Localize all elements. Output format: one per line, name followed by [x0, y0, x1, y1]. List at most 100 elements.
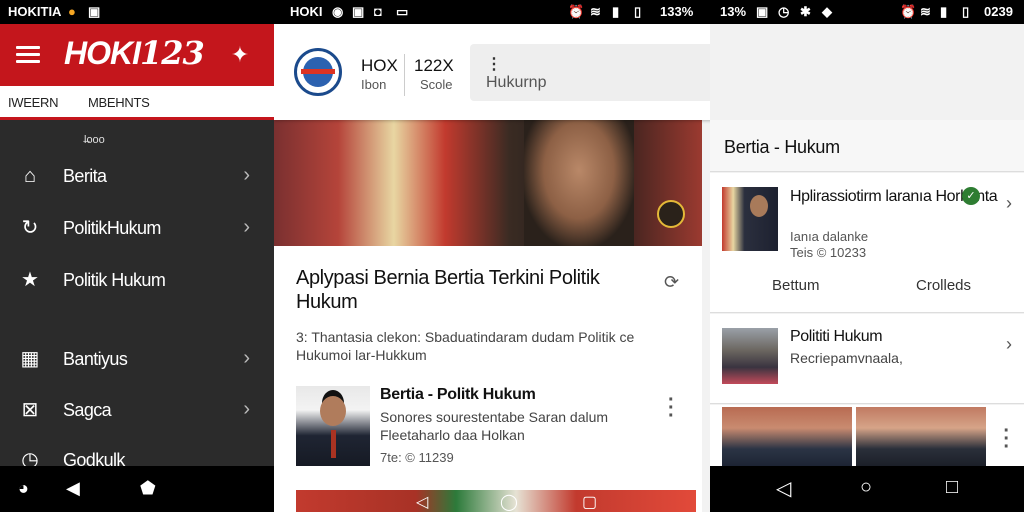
recents-icon-overlay: ▢ — [582, 494, 598, 511]
sidebar-item-label: Politik Hukum — [63, 270, 166, 290]
chevron-right-icon[interactable]: › — [1006, 334, 1012, 355]
back-icon[interactable]: ◁ — [776, 476, 791, 501]
section-title: Bertia - Hukum — [724, 137, 840, 157]
news-snippet: Recriepamvnaala, — [790, 350, 903, 366]
menu-icon[interactable] — [16, 46, 40, 64]
hero-portrait — [524, 120, 634, 246]
alarm-icon-2: ⏰ — [900, 4, 917, 19]
home-button-icon[interactable]: ○ — [860, 476, 872, 499]
brand-logo: HOKI123 — [64, 34, 205, 72]
sidebar-item-sagca[interactable]: ⊠ Sagca › — [0, 390, 274, 430]
hero-image[interactable] — [274, 120, 702, 246]
article-title[interactable]: Aplypasi Bernia Bertia Terkini Politik H… — [296, 266, 656, 314]
back-icon[interactable]: ◀ — [66, 478, 80, 499]
app-logo — [294, 48, 342, 96]
sidebar-item-politik-hukum[interactable]: ★ Politik Hukum — [0, 260, 274, 300]
wifi-icon-2: ≋ — [920, 4, 931, 19]
brand-title-b: 122X — [414, 56, 454, 75]
more-vertical-icon[interactable]: · · · — [668, 390, 675, 426]
battery-percent-secondary: 13% — [720, 4, 747, 19]
sidebar-item-label: PolitikHukum — [63, 218, 161, 238]
news-thumbnail — [722, 407, 852, 467]
recents-icon[interactable]: □ — [946, 476, 958, 499]
news-thumbnail — [856, 407, 986, 467]
emblem-icon — [657, 200, 685, 228]
photo-icon: ▭ — [396, 4, 409, 19]
refresh-icon: ↻ — [21, 217, 39, 239]
main-content: HOX Ibon 122X Scole ⋮ ··· Aplypasi Berni… — [274, 24, 710, 512]
tab-news[interactable]: IWEERN — [8, 95, 59, 110]
back-icon-overlay: ◁ — [416, 494, 429, 511]
chat-icon: ◘ — [374, 4, 382, 19]
status-app-name: HOKITIA — [8, 4, 62, 19]
whatsapp-icon: ◉ — [332, 4, 344, 19]
brand-text: HOKI — [64, 35, 141, 71]
sidebar-item-label: Sagca — [63, 400, 112, 420]
chevron-right-icon: › — [243, 216, 250, 238]
article-card[interactable]: Aplypasi Bernia Bertia Terkini Politik H… — [274, 246, 702, 512]
status-mid-app: HOKI — [290, 4, 323, 19]
news-thumbnail — [296, 386, 370, 466]
more-vertical-icon[interactable]: · · · — [1003, 421, 1010, 457]
home-icon: ⌂ — [23, 165, 37, 187]
action-button-left[interactable]: Bettum — [772, 277, 820, 294]
drawer-tabs: IWEERN MBEHNTS — [0, 86, 274, 120]
search-input[interactable] — [486, 74, 710, 92]
news-thumbnail — [722, 328, 778, 384]
status-bar: HOKITIA ● ▣ HOKI ◉ ▣ ◘ ▭ ⏰ ≋ ▮ ▯ 133% 13… — [0, 0, 1024, 24]
app-bar: HOX Ibon 122X Scole ⋮ ··· — [274, 24, 710, 120]
system-nav-bar: ◕ ◀ ⬟ — [0, 466, 274, 512]
side-panel: Bertia - Hukum Hplirassiotirm laranıa Ho… — [710, 24, 1024, 512]
alarm-icon: ⏰ — [568, 4, 585, 19]
brand-title-a: HOX — [361, 56, 398, 75]
brand-subtitle-b: Scole — [420, 77, 453, 92]
puzzle-piece-icon: ▦ — [20, 348, 40, 370]
status-clock: 0239 — [984, 4, 1013, 19]
battery-percent: 133% — [660, 4, 694, 19]
sidebar-item-berita[interactable]: ⌂ Berita › — [0, 156, 274, 196]
chevron-right-icon: › — [243, 398, 250, 420]
battery-icon-2: ▯ — [962, 4, 970, 19]
list-item[interactable]: Polititi Hukum Recriepamvnaala, › — [710, 314, 1024, 404]
sidebar-item-bantiyus[interactable]: ▦ Bantiyus › — [0, 339, 274, 379]
news-source: Ianıa dalanke — [790, 229, 869, 244]
news-title: Polititi Hukum — [790, 328, 883, 345]
sidebar-item-label: Bantiyus — [63, 349, 128, 369]
news-snippet: Sonores sourestentabe Saran dalum Fleeta… — [380, 409, 609, 443]
action-button-right[interactable]: Crolleds — [916, 277, 971, 294]
bluetooth-icon: ✱ — [800, 4, 811, 19]
home-icon-overlay: ◯ — [500, 494, 518, 511]
drawer-caption: l̶ooo — [84, 134, 105, 146]
home-button-icon[interactable]: ⬟ — [140, 478, 156, 499]
timer-icon: ◷ — [778, 4, 790, 19]
chevron-right-icon: › — [243, 164, 250, 186]
battery-icon: ▯ — [634, 4, 642, 19]
news-thumbnail — [722, 187, 778, 251]
notification-icon: ● — [68, 4, 76, 19]
next-article-image[interactable]: ◁ ◯ ▢ — [296, 490, 696, 512]
signal-icon-2: ▮ — [940, 4, 948, 19]
article-excerpt: 3: Thantasia clekon: Sbaduatindaram duda… — [296, 329, 635, 363]
search-bar[interactable]: ⋮ — [470, 44, 710, 101]
image-row[interactable]: · · · — [710, 405, 1024, 467]
chevron-right-icon[interactable]: › — [1006, 193, 1012, 214]
more-vertical-icon[interactable]: ⋮ — [486, 54, 502, 74]
news-meta: Ianıa dalanke Teis © 10233 — [790, 229, 868, 261]
signal-icon: ▮ — [612, 4, 620, 19]
share-icon[interactable]: ⟳ — [664, 272, 679, 293]
resize-icon: ⊠ — [21, 399, 39, 421]
list-item[interactable]: Bertia - Politk Hukum Sonores sourestent… — [296, 386, 696, 470]
puzzle-icon[interactable]: ✦ — [228, 43, 252, 67]
star-icon: ★ — [21, 269, 39, 291]
instagram-icon: ▣ — [88, 4, 101, 19]
news-date: 7te: © 11239 — [380, 450, 454, 465]
news-date: Teis © 10233 — [790, 245, 867, 260]
tab-members[interactable]: MBEHNTS — [88, 95, 150, 110]
location-icon: ◆ — [822, 4, 832, 19]
sidebar-item-politikhukum[interactable]: ↻ PolitikHukum › — [0, 208, 274, 248]
list-item[interactable]: Hplirassiotirm laranıa Horkanta ✓ › Ianı… — [710, 173, 1024, 313]
verified-badge-icon: ✓ — [962, 187, 980, 205]
brand-subtitle-a: Ibon — [361, 77, 387, 92]
divider — [404, 54, 405, 96]
recent-apps-icon[interactable]: ◕ — [18, 478, 29, 499]
